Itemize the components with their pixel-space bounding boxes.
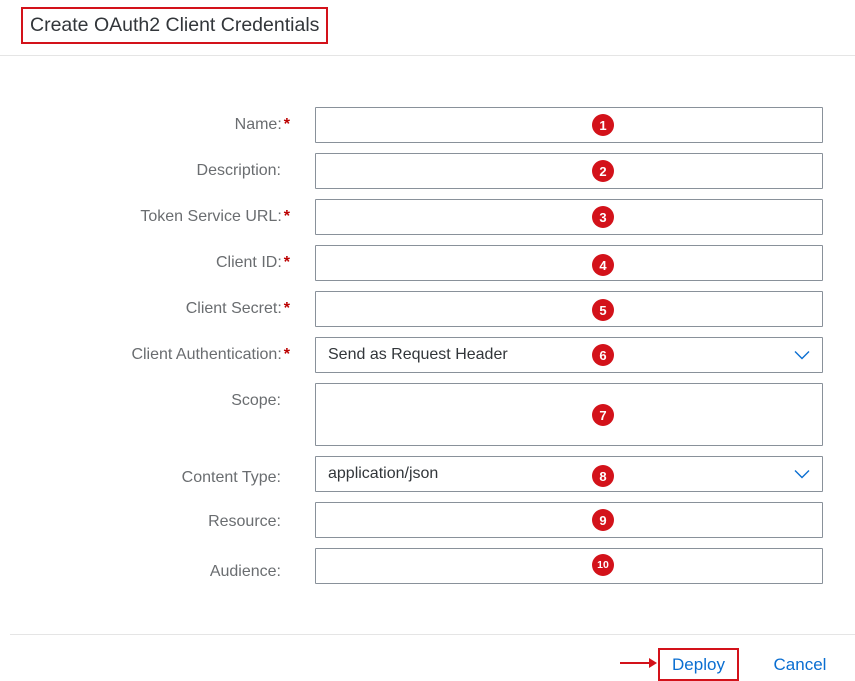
required-marker: *: [283, 254, 290, 271]
description-input[interactable]: [315, 153, 823, 189]
token-service-url-label: Token Service URL: *: [140, 208, 290, 225]
client-authentication-label: Client Authentication: *: [131, 346, 290, 363]
annotation-badge-10: 10: [592, 554, 614, 576]
resource-label: Resource:: [208, 513, 281, 530]
form-row-client-authentication: Client Authentication: * Send as Request …: [0, 337, 855, 373]
required-marker: *: [283, 346, 290, 363]
annotation-badge-9: 9: [592, 509, 614, 531]
annotation-badge-8: 8: [592, 465, 614, 487]
content-type-select[interactable]: application/json: [315, 456, 823, 492]
client-secret-input[interactable]: [315, 291, 823, 327]
token-service-url-input[interactable]: [315, 199, 823, 235]
resource-input[interactable]: [315, 502, 823, 538]
chevron-down-icon[interactable]: [794, 469, 810, 479]
content-type-value: application/json: [328, 465, 439, 482]
annotation-badge-5: 5: [592, 299, 614, 321]
name-input[interactable]: [315, 107, 823, 143]
scope-label: Scope:: [231, 392, 281, 409]
annotation-badge-6: 6: [592, 344, 614, 366]
chevron-down-icon[interactable]: [794, 350, 810, 360]
form-row-resource: Resource: 9: [0, 502, 855, 538]
form-row-content-type: Content Type: application/json 8: [0, 456, 855, 492]
dialog-title: Create OAuth2 Client Credentials: [21, 7, 329, 44]
form-row-name: Name: * 1: [0, 107, 855, 143]
client-authentication-value: Send as Request Header: [328, 346, 508, 363]
audience-input[interactable]: [315, 548, 823, 584]
client-authentication-select[interactable]: Send as Request Header: [315, 337, 823, 373]
required-marker: *: [283, 208, 290, 225]
required-marker: *: [283, 116, 290, 133]
client-id-input[interactable]: [315, 245, 823, 281]
cancel-button[interactable]: Cancel: [760, 648, 840, 681]
deploy-button[interactable]: Deploy: [658, 648, 739, 681]
client-secret-label: Client Secret: *: [185, 300, 290, 317]
annotation-badge-2: 2: [592, 160, 614, 182]
scope-textarea[interactable]: [315, 383, 823, 446]
form-row-description: Description: 2: [0, 153, 855, 189]
footer-divider: [10, 634, 855, 635]
annotation-badge-7: 7: [592, 404, 614, 426]
annotation-badge-1: 1: [592, 114, 614, 136]
description-label: Description:: [196, 162, 281, 179]
annotation-badge-3: 3: [592, 206, 614, 228]
form-row-token-service-url: Token Service URL: * 3: [0, 199, 855, 235]
name-label: Name: *: [234, 116, 290, 133]
form-row-client-secret: Client Secret: * 5: [0, 291, 855, 327]
audience-label: Audience:: [209, 563, 281, 580]
form-row-scope: Scope: 7: [0, 383, 855, 446]
required-marker: *: [283, 300, 290, 317]
arrow-right-icon: [620, 658, 657, 668]
header-divider: [0, 55, 855, 56]
annotation-badge-4: 4: [592, 254, 614, 276]
client-id-label: Client ID: *: [215, 254, 290, 271]
form-row-client-id: Client ID: * 4: [0, 245, 855, 281]
content-type-label: Content Type:: [181, 469, 281, 486]
form-row-audience: Audience: 10: [0, 548, 855, 584]
